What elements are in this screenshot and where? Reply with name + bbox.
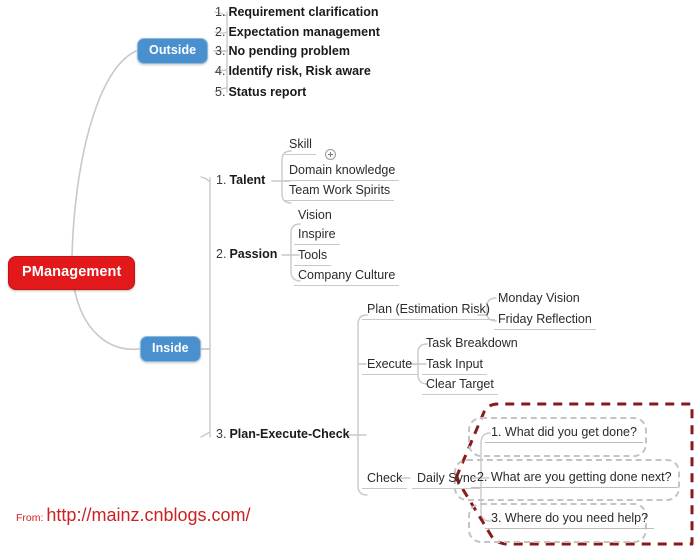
topic-text: Identify risk, Risk aware	[228, 64, 371, 78]
root-node-pmanagement[interactable]: PManagement	[8, 256, 136, 290]
topic-text: Passion	[229, 247, 278, 261]
branch-node-inside[interactable]: Inside	[140, 336, 201, 362]
source-credit: From: http://mainz.cnblogs.com/	[16, 505, 251, 526]
leaf-team-work-spirits[interactable]: Team Work Spirits	[285, 183, 395, 201]
question-text: What are you getting done next?	[490, 470, 672, 484]
topic-outside-4[interactable]: 4. Identify risk, Risk aware	[215, 65, 371, 78]
node-plan[interactable]: Plan (Estimation Risk)	[362, 302, 495, 320]
leaf-inspire[interactable]: Inspire	[294, 227, 340, 245]
topic-text: Requirement clarification	[228, 5, 379, 19]
node-execute[interactable]: Execute	[362, 357, 418, 375]
topic-number: 2.	[216, 247, 227, 261]
topic-text: Talent	[229, 173, 266, 187]
expand-plus-icon-skill[interactable]	[325, 149, 336, 160]
question-number: 3.	[491, 511, 502, 525]
topic-outside-5[interactable]: 5. Status report	[215, 86, 306, 99]
leaf-friday-reflection[interactable]: Friday Reflection	[494, 312, 596, 330]
question-2[interactable]: 2. What are you getting done next?	[471, 469, 678, 488]
source-credit-label: From:	[16, 512, 44, 524]
question-text: Where do you need help?	[504, 511, 649, 525]
leaf-task-breakdown[interactable]: Task Breakdown	[422, 336, 522, 353]
topic-outside-2[interactable]: 2. Expectation management	[215, 26, 380, 39]
topic-text: Plan-Execute-Check	[229, 427, 350, 441]
branch-node-outside[interactable]: Outside	[137, 38, 209, 64]
topic-inside-talent[interactable]: 1. Talent	[216, 174, 265, 187]
leaf-skill[interactable]: Skill	[285, 137, 316, 155]
question-1[interactable]: 1. What did you get done?	[485, 424, 643, 443]
topic-outside-3[interactable]: 3. No pending problem	[215, 45, 350, 58]
topic-text: Expectation management	[228, 25, 380, 39]
node-check[interactable]: Check	[362, 471, 408, 489]
question-3[interactable]: 3. Where do you need help?	[485, 510, 655, 529]
source-credit-url[interactable]: http://mainz.cnblogs.com/	[46, 505, 250, 525]
leaf-clear-target[interactable]: Clear Target	[422, 377, 498, 395]
topic-inside-pec[interactable]: 3. Plan-Execute-Check	[216, 428, 350, 441]
leaf-monday-vision[interactable]: Monday Vision	[494, 291, 584, 308]
topic-number: 1.	[216, 173, 227, 187]
topic-number: 3.	[216, 427, 227, 441]
question-number: 1.	[491, 425, 502, 439]
topic-number: 4.	[215, 64, 226, 78]
leaf-tools[interactable]: Tools	[294, 248, 332, 266]
question-text: What did you get done?	[504, 425, 637, 439]
topic-number: 3.	[215, 44, 226, 58]
topic-number: 2.	[215, 25, 226, 39]
topic-number: 1.	[215, 5, 226, 19]
leaf-vision[interactable]: Vision	[294, 208, 336, 225]
mindmap-canvas: PManagement Outside 1. Requirement clarif…	[0, 0, 700, 550]
topic-inside-passion[interactable]: 2. Passion	[216, 248, 277, 261]
topic-text: No pending problem	[228, 44, 350, 58]
leaf-task-input[interactable]: Task Input	[422, 357, 487, 375]
leaf-domain-knowledge[interactable]: Domain knowledge	[285, 163, 400, 181]
topic-outside-1[interactable]: 1. Requirement clarification	[215, 6, 378, 19]
topic-text: Status report	[228, 85, 307, 99]
leaf-company-culture[interactable]: Company Culture	[294, 268, 400, 286]
topic-number: 5.	[215, 85, 226, 99]
question-number: 2.	[477, 470, 488, 484]
